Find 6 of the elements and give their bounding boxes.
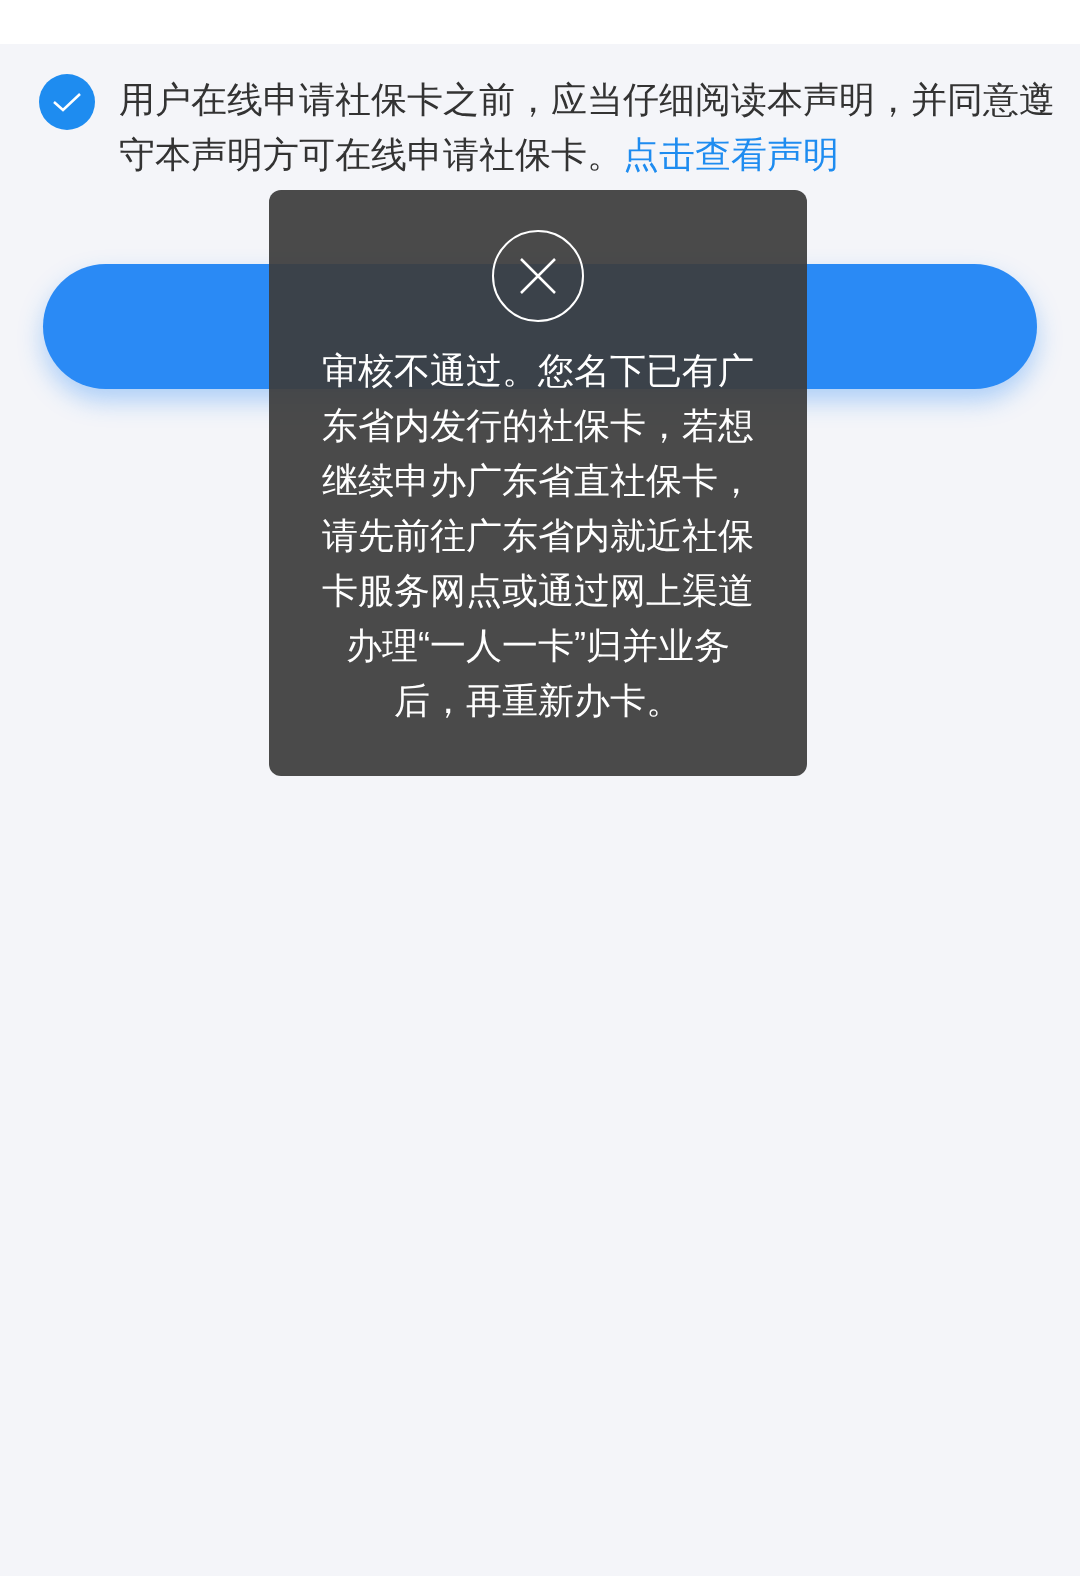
view-statement-link[interactable]: 点击查看声明 xyxy=(623,134,839,175)
agreement-checkbox[interactable] xyxy=(39,74,95,130)
checkmark-icon xyxy=(52,91,82,113)
agreement-text: 用户在线申请社保卡之前，应当仔细阅读本声明，并同意遵守本声明方可在线申请社保卡。点击查看声明 xyxy=(119,78,1056,177)
close-icon[interactable] xyxy=(491,229,585,323)
toast-message: 审核不通过。您名下已有广东省内发行的社保卡，若想继续申办广东省直社保卡，请先前往广东省内就近社保卡服务网点或通过网上渠道办理“一人一卡”归并业务后，再重新办卡。 xyxy=(322,349,754,723)
